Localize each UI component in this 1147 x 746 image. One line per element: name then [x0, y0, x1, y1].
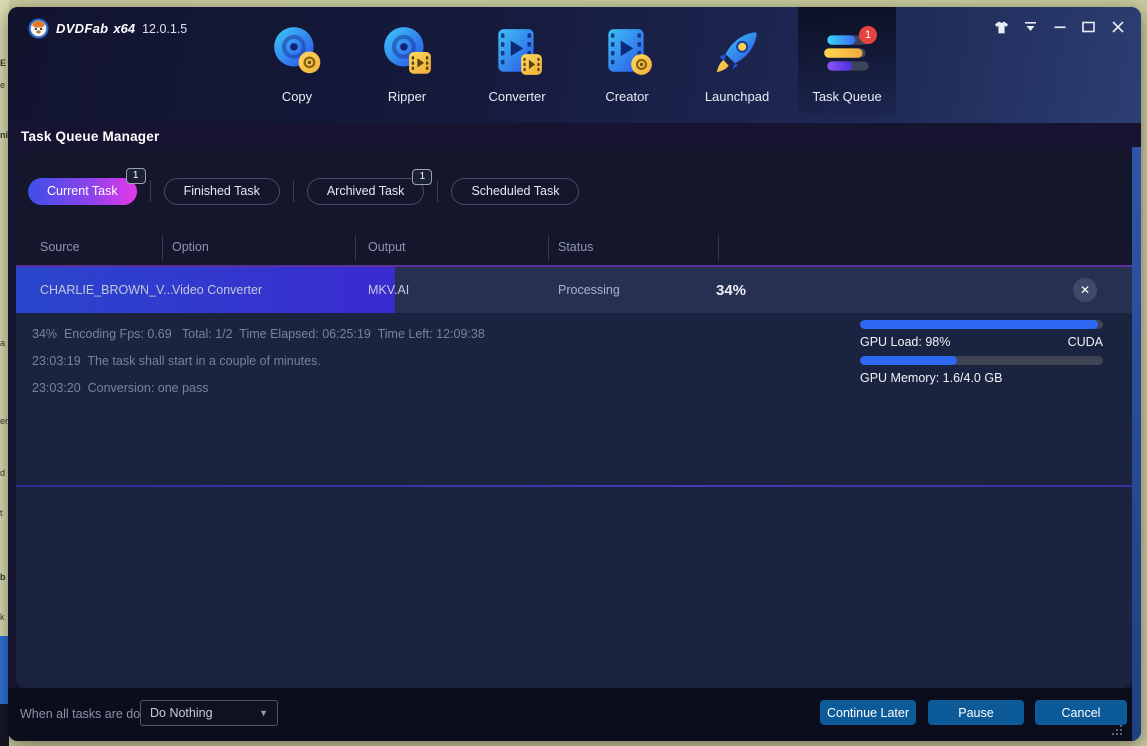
column-header-status: Status — [558, 240, 593, 254]
maximize-icon[interactable] — [1081, 20, 1096, 34]
app-brand: DVDFab — [56, 21, 108, 36]
gpu-load-bar-fill — [860, 320, 1098, 329]
nav-label: Ripper — [358, 89, 456, 104]
when-done-label: When all tasks are done: — [20, 707, 158, 721]
task-tabs: Current Task 1 Finished Task Archived Ta… — [28, 171, 579, 211]
app-arch: x64 — [113, 21, 135, 36]
continue-later-button[interactable]: Continue Later — [820, 700, 916, 725]
column-divider — [548, 235, 549, 261]
gpu-memory-bar-fill — [860, 356, 957, 365]
task-queue-panel: Current Task 1 Finished Task Archived Ta… — [16, 151, 1132, 688]
nav-label: Task Queue — [798, 89, 896, 104]
task-queue-count-badge: 1 — [859, 26, 877, 44]
nav-item-converter[interactable]: Converter — [468, 23, 566, 104]
tab-finished-task[interactable]: Finished Task — [164, 178, 280, 205]
tab-separator — [437, 180, 438, 202]
bg-text-fragment: k — [0, 612, 5, 622]
tab-label: Scheduled Task — [471, 184, 559, 198]
column-header-output: Output — [368, 240, 406, 254]
nav-item-launchpad[interactable]: Launchpad — [688, 23, 786, 104]
tab-current-task[interactable]: Current Task 1 — [28, 178, 137, 205]
table-header: Source Option Output Status — [16, 229, 1132, 265]
nav-label: Copy — [248, 89, 346, 104]
screen: E e ní a er d F t b k DVDFab — [0, 0, 1147, 746]
tab-count-badge: 1 — [126, 168, 146, 184]
dvdfab-logo-icon — [28, 18, 49, 39]
when-done-dropdown[interactable]: Do Nothing ▼ — [140, 700, 278, 726]
nav-item-copy[interactable]: Copy — [248, 23, 346, 104]
task-output: MKV.AI — [368, 267, 409, 313]
minimize-to-tray-icon[interactable] — [1023, 20, 1038, 34]
bg-text-fragment: t — [0, 508, 3, 518]
nav-item-creator[interactable]: Creator — [578, 23, 676, 104]
column-divider — [718, 235, 719, 261]
tab-scheduled-task[interactable]: Scheduled Task — [451, 178, 579, 205]
minimize-icon[interactable] — [1052, 20, 1067, 34]
bg-text-fragment: b — [0, 572, 6, 582]
close-icon[interactable] — [1110, 20, 1125, 34]
window-header: DVDFab x64 12.0.1.5 — [8, 7, 1141, 123]
tab-separator — [293, 180, 294, 202]
tab-label: Current Task — [47, 184, 118, 198]
window-controls — [994, 20, 1125, 34]
window-frame-edge — [1132, 147, 1141, 741]
bg-text-fragment: a — [0, 338, 5, 348]
column-header-source: Source — [40, 240, 80, 254]
tab-label: Finished Task — [184, 184, 260, 198]
gpu-monitor: GPU Load: 98% CUDA GPU Memory: 1.6/4.0 G… — [860, 320, 1103, 385]
app-version: 12.0.1.5 — [142, 22, 187, 36]
film-convert-icon — [489, 23, 545, 81]
tab-archived-task[interactable]: Archived Task 1 — [307, 178, 425, 205]
task-row[interactable]: CHARLIE_BROWN_V... Video Converter MKV.A… — [16, 265, 1132, 313]
task-log: 34% Encoding Fps: 0.69 Total: 1/2 Time E… — [32, 321, 485, 402]
column-divider — [355, 235, 356, 261]
log-line: 23:03:19 The task shall start in a coupl… — [32, 348, 485, 375]
bg-text-fragment: E — [0, 58, 6, 68]
gpu-memory-label: GPU Memory: 1.6/4.0 GB — [860, 371, 1103, 385]
footer-bar: When all tasks are done: Do Nothing ▼ Co… — [8, 688, 1141, 741]
dropdown-value: Do Nothing — [150, 706, 259, 720]
log-line: 23:03:20 Conversion: one pass — [32, 375, 485, 402]
gpu-load-bar — [860, 320, 1103, 329]
disc-copy-icon — [269, 23, 325, 81]
nav-label: Converter — [468, 89, 566, 104]
tab-count-badge: 1 — [412, 169, 432, 185]
gpu-api-label: CUDA — [1068, 335, 1103, 349]
skin-tshirt-icon[interactable] — [994, 20, 1009, 34]
titlebar: DVDFab x64 12.0.1.5 — [28, 18, 187, 39]
gpu-load-label: GPU Load: 98% — [860, 335, 950, 349]
task-progress-percent: 34% — [716, 267, 746, 313]
dvdfab-window: DVDFab x64 12.0.1.5 — [8, 7, 1141, 741]
page-title: Task Queue Manager — [21, 129, 159, 144]
nav-item-task-queue[interactable]: Task Queue — [798, 23, 896, 104]
column-header-option: Option — [172, 240, 209, 254]
resize-grip[interactable] — [1110, 723, 1123, 736]
task-cancel-icon[interactable]: ✕ — [1073, 278, 1097, 302]
bg-text-fragment: ní — [0, 130, 8, 140]
nav-label: Launchpad — [688, 89, 786, 104]
rocket-icon — [709, 23, 765, 81]
log-line: 34% Encoding Fps: 0.69 Total: 1/2 Time E… — [32, 321, 485, 348]
nav-item-ripper[interactable]: Ripper — [358, 23, 456, 104]
tab-separator — [150, 180, 151, 202]
nav-label: Creator — [578, 89, 676, 104]
gpu-memory-bar — [860, 356, 1103, 365]
bg-text-fragment: e — [0, 80, 5, 90]
bg-text-fragment: er — [0, 416, 8, 426]
task-option: Video Converter — [172, 267, 262, 313]
section-separator — [16, 485, 1132, 487]
disc-rip-icon — [379, 23, 435, 81]
film-create-icon — [599, 23, 655, 81]
task-source: CHARLIE_BROWN_V... — [40, 267, 174, 313]
chevron-down-icon: ▼ — [259, 708, 268, 718]
task-status: Processing — [558, 267, 620, 313]
pause-button[interactable]: Pause — [928, 700, 1024, 725]
cancel-button[interactable]: Cancel — [1035, 700, 1127, 725]
tab-label: Archived Task — [327, 184, 405, 198]
column-divider — [162, 235, 163, 261]
